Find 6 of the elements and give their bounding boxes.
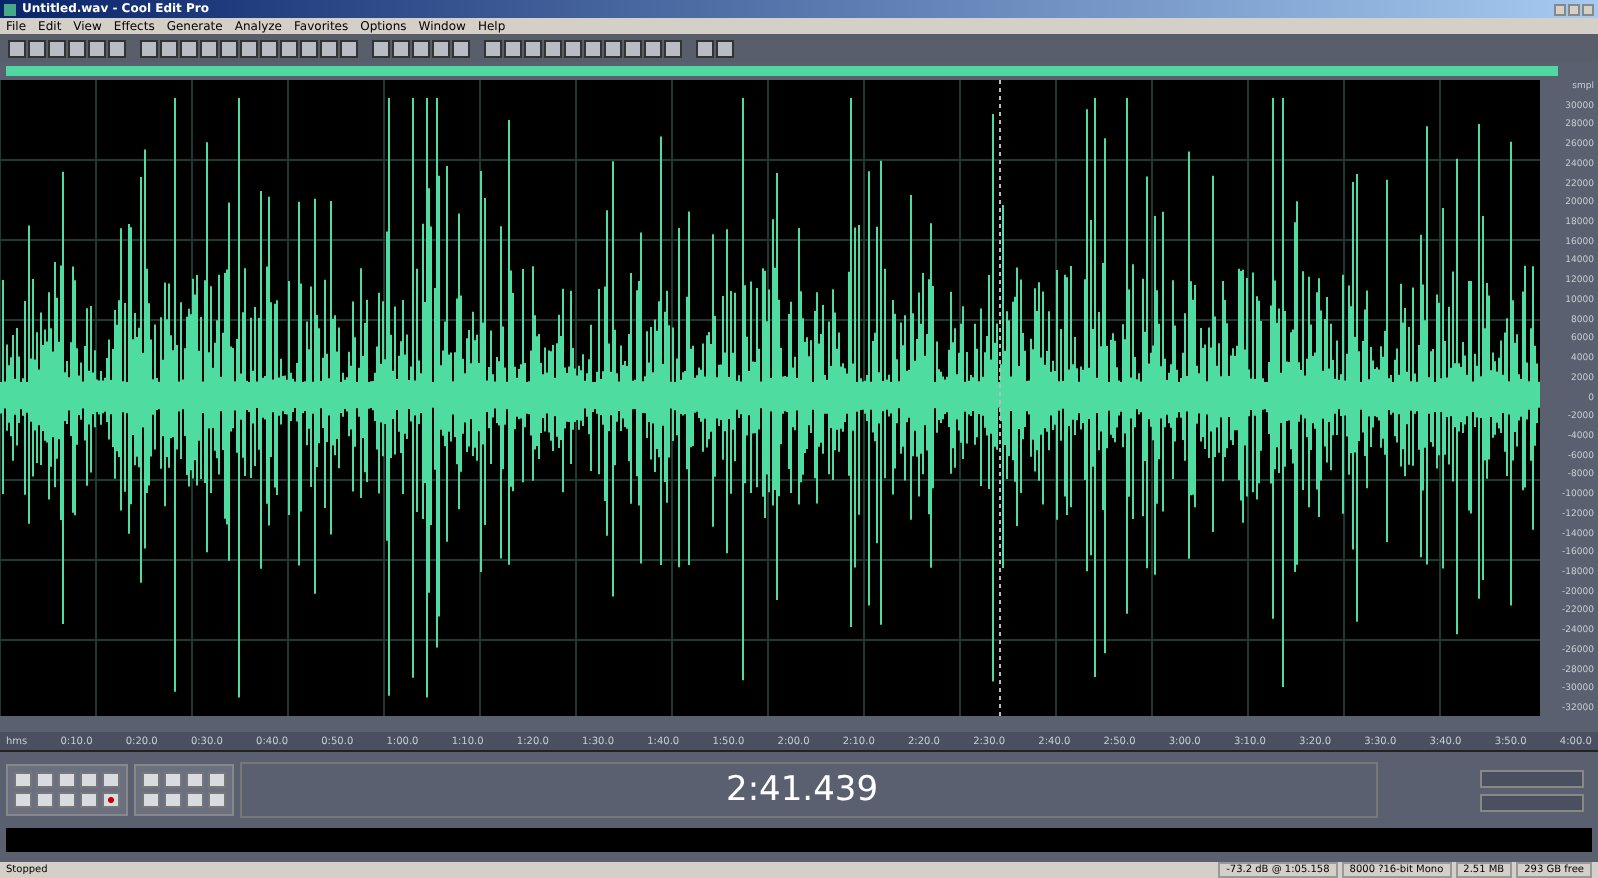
end-field[interactable] xyxy=(1480,793,1584,811)
app-icon xyxy=(4,3,16,15)
waveform-drawing[interactable] xyxy=(0,80,1540,716)
begin-field[interactable] xyxy=(1480,769,1584,787)
time-display: 2:41.439 xyxy=(240,762,1378,818)
record-icon[interactable] xyxy=(102,792,120,808)
